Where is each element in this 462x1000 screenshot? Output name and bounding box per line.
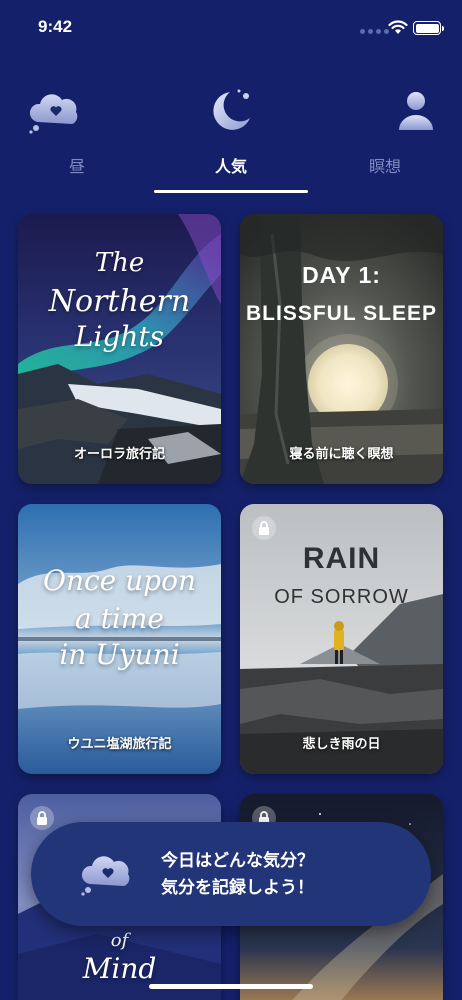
card-title-line: BLISSFUL SLEEP: [246, 302, 437, 325]
tab-bar-icons: [0, 84, 462, 144]
mood-log-banner[interactable]: 今日はどんな気分？ 気分を記録しよう！: [31, 822, 431, 926]
card-caption: オーロラ旅行記: [73, 447, 165, 462]
mood-prompt-line2: 気分を記録しよう！: [161, 878, 314, 898]
card-caption: ウユニ塩湖旅行記: [67, 737, 172, 752]
tab-bar: 昼 人気 瞑想: [0, 153, 462, 177]
status-bar: 9:42: [0, 0, 462, 56]
cloud-heart-icon: [81, 856, 130, 896]
card-rain-of-sorrow[interactable]: RAIN OF SORROW 悲しき雨の日: [240, 504, 443, 774]
card-blissful-sleep[interactable]: DAY 1: BLISSFUL SLEEP 寝る前に聴く瞑想: [240, 214, 443, 484]
tab-popular[interactable]: 人気: [215, 153, 247, 177]
card-title-line: Once upon: [43, 564, 196, 597]
card-title-line: Mind: [82, 952, 157, 985]
battery-icon: [413, 21, 444, 35]
card-northern-lights[interactable]: The Northern Lights オーロラ旅行記: [18, 214, 221, 484]
card-title-line: Northern: [48, 284, 191, 319]
card-title-line: DAY 1:: [302, 262, 381, 288]
status-time: 9:42: [38, 17, 73, 36]
card-title-line: The: [94, 248, 145, 278]
card-title-line: Lights: [74, 320, 165, 353]
card-title-line: RAIN: [302, 542, 381, 575]
tab-daytime[interactable]: 昼: [69, 153, 85, 177]
mood-prompt-line1: 今日はどんな気分？: [161, 851, 314, 871]
card-caption: 寝る前に聴く瞑想: [289, 447, 394, 462]
card-caption: 悲しき雨の日: [302, 737, 381, 752]
lock-icon: [30, 806, 54, 830]
card-title-line: OF SORROW: [274, 586, 409, 608]
mood-prompt: 今日はどんな気分？ 気分を記録しよう！: [161, 848, 314, 902]
card-title-line: in Uyuni: [59, 638, 180, 671]
active-tab-indicator: [154, 190, 308, 193]
cellular-signal-icon: [360, 29, 389, 34]
cloud-heart-icon[interactable]: [28, 90, 82, 134]
person-icon[interactable]: [396, 90, 436, 132]
moon-icon[interactable]: [208, 86, 256, 134]
lock-icon: [252, 516, 276, 540]
home-indicator[interactable]: [149, 984, 313, 989]
card-uyuni[interactable]: Once upon a time in Uyuni ウユニ塩湖旅行記: [18, 504, 221, 774]
card-title-line: of: [110, 930, 129, 951]
wifi-icon: [388, 20, 408, 34]
card-title-line: a time: [75, 602, 164, 635]
tab-meditation[interactable]: 瞑想: [369, 153, 401, 177]
